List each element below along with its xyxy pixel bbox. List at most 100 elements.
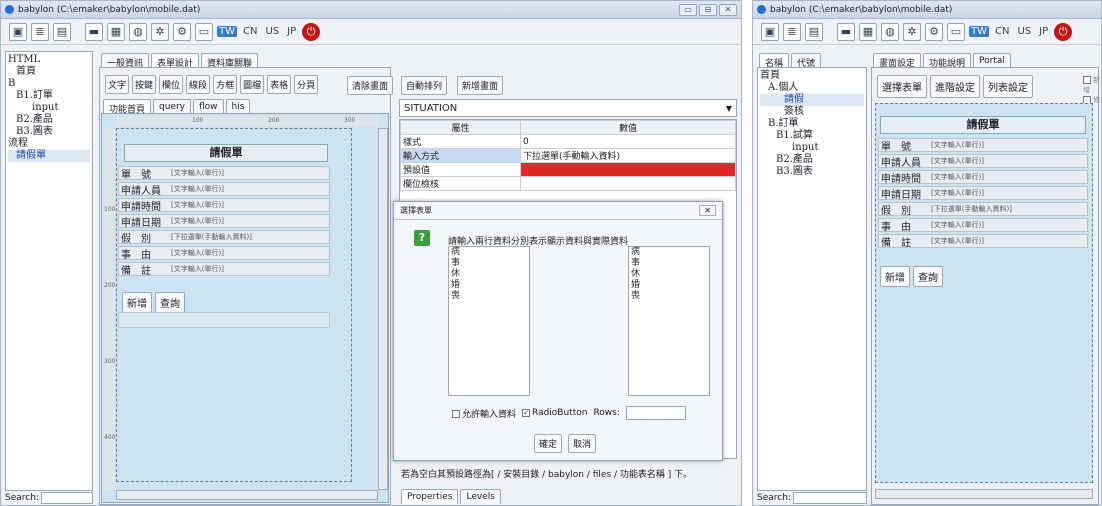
design-tool-button[interactable]: 分頁 [294,75,319,94]
property-value[interactable] [520,176,736,191]
ok-button[interactable]: 確定 [534,434,563,453]
lang-us-button[interactable]: US [1015,26,1033,37]
lang-tw-button[interactable]: TW [969,26,989,37]
monitor-icon[interactable]: ▭ [195,22,213,41]
lang-jp-button[interactable]: JP [1037,26,1050,37]
tree-item[interactable]: B2.產品 [8,114,90,126]
bottom-tab-1[interactable]: Levels [460,489,501,504]
form-field-row[interactable]: 申請日期 [文字輸入(單行)] [878,186,1088,201]
tree-item[interactable]: 首頁 [8,66,90,78]
close-button[interactable]: ✕ [719,3,737,16]
form-field-row[interactable]: 單 號 [文字輸入(單行)] [878,138,1088,153]
settings-icon[interactable]: ⚙ [173,22,191,41]
vertical-scrollbar[interactable] [378,128,388,490]
database-icon[interactable]: ≣ [31,22,49,41]
form-field-row[interactable]: 事 由 [文字輸入(單行)] [878,218,1088,233]
minimize-button[interactable]: ▭ [679,3,697,16]
rtree-item[interactable]: B1.試算 [760,130,864,142]
property-value[interactable] [520,162,736,177]
document-icon[interactable]: ▤ [805,22,823,41]
settings-icon[interactable]: ⚙ [925,22,943,41]
design-tool-button[interactable]: 圖檔 [240,75,265,94]
tree-item[interactable]: B [8,78,90,90]
rtree-item[interactable]: B.訂單 [760,118,864,130]
property-value[interactable]: 0 [520,134,736,149]
close-icon[interactable]: ✕ [699,205,716,216]
preview-action-button[interactable]: 進階設定 [930,75,980,98]
design-tool-button[interactable]: 方框 [213,75,238,94]
form-field-row[interactable]: 申請日期 [文字輸入(單行)] [118,214,330,229]
form-field-row[interactable]: 單 號 [文字輸入(單行)] [118,166,330,181]
rows-input[interactable] [625,406,686,420]
rtree-item[interactable]: 請假 [760,94,864,106]
grid-icon[interactable]: ▦ [859,22,877,41]
form-field-row[interactable]: 申請人員 [文字輸入(單行)] [118,182,330,197]
folder-icon[interactable]: ▬ [837,22,855,41]
query-button[interactable]: 查詢 [155,292,185,313]
form-field-row[interactable]: 申請時間 [文字輸入(單行)] [118,198,330,213]
add-button[interactable]: 新增 [880,266,910,287]
database-icon[interactable]: ≣ [783,22,801,41]
clear-canvas-button[interactable]: 清除畫面 [347,76,394,95]
form-field-row[interactable]: 假 別 [下拉選單(手動輸入資料)] [118,230,330,245]
lang-cn-button[interactable]: CN [993,26,1011,37]
folder-icon[interactable]: ▬ [85,22,103,41]
rtree-item[interactable]: B3.圖表 [760,166,864,178]
auto-arrange-button[interactable]: 自動排列 [401,76,448,95]
lang-cn-button[interactable]: CN [241,26,259,37]
document-icon[interactable]: ▤ [53,22,71,41]
window-icon[interactable]: ▣ [761,22,779,41]
rtree-item[interactable]: 簽核 [760,106,864,118]
display-data-list[interactable]: 病事休婚喪 [448,246,530,396]
code-icon[interactable]: ✲ [151,22,169,41]
actual-data-list[interactable]: 病事休婚喪 [628,246,710,396]
rtree-item[interactable]: B2.產品 [760,154,864,166]
design-tool-button[interactable]: 按鍵 [132,75,157,94]
property-row[interactable]: 輸入方式 下拉選單(手動輸入資料) [400,148,736,163]
window-icon[interactable]: ▣ [9,22,27,41]
maximize-button[interactable]: ⊟ [699,3,717,16]
monitor-icon[interactable]: ▭ [947,22,965,41]
radiobutton-checkbox[interactable]: ✓ RadioButton [522,408,587,418]
grid-icon[interactable]: ▦ [107,22,125,41]
preview-action-button[interactable]: 選擇表單 [877,75,927,98]
code-icon[interactable]: ✲ [903,22,921,41]
query-button[interactable]: 查詢 [913,266,943,287]
rtree-item[interactable]: input [760,142,864,154]
preview-horizontal-scrollbar[interactable] [875,489,1093,499]
design-tool-button[interactable]: 表格 [267,75,292,94]
rtree-item[interactable]: A.個人 [760,82,864,94]
design-tool-button[interactable]: 線段 [186,75,211,94]
search-input[interactable] [40,492,93,504]
form-field-row[interactable]: 備 註 [文字輸入(單行)] [878,234,1088,249]
property-row[interactable]: 預設值 [400,162,736,177]
rtree-item[interactable]: 首頁 [760,70,864,82]
property-row[interactable]: 欄位檢核 [400,176,736,191]
lang-tw-button[interactable]: TW [217,26,237,37]
preview-search-input[interactable] [792,492,867,504]
property-row[interactable]: 樣式 0 [400,134,736,149]
tree-item[interactable]: input [8,102,90,114]
allow-input-checkbox[interactable]: 允許輸入資料 [452,407,516,420]
lang-us-button[interactable]: US [263,26,281,37]
tree-item[interactable]: B1.訂單 [8,90,90,102]
horizontal-scrollbar[interactable] [116,490,378,500]
form-field-row[interactable]: 事 由 [文字輸入(單行)] [118,246,330,261]
add-screen-button[interactable]: 新增畫面 [457,76,504,95]
tree-item[interactable]: 請假單 [8,150,90,162]
tree-item[interactable]: B3.圖表 [8,126,90,138]
form-field-row[interactable]: 假 別 [下拉選單(手動輸入資料)] [878,202,1088,217]
add-button[interactable]: 新增 [122,292,152,313]
browser-icon[interactable]: ◍ [129,22,147,41]
form-field-row[interactable]: 申請時間 [文字輸入(單行)] [878,170,1088,185]
form-field-row[interactable]: 備 註 [文字輸入(單行)] [118,262,330,277]
situation-select[interactable]: SITUATION ▼ [399,99,737,117]
exit-icon[interactable]: ⏻ [302,22,321,41]
preview-checkbox[interactable]: 新增 [1083,75,1101,95]
lang-jp-button[interactable]: JP [285,26,298,37]
design-tool-button[interactable]: 欄位 [159,75,184,94]
tree-item[interactable]: HTML [8,54,90,66]
browser-icon[interactable]: ◍ [881,22,899,41]
cancel-button[interactable]: 取消 [568,434,597,453]
bottom-tab-0[interactable]: Properties [401,489,459,504]
